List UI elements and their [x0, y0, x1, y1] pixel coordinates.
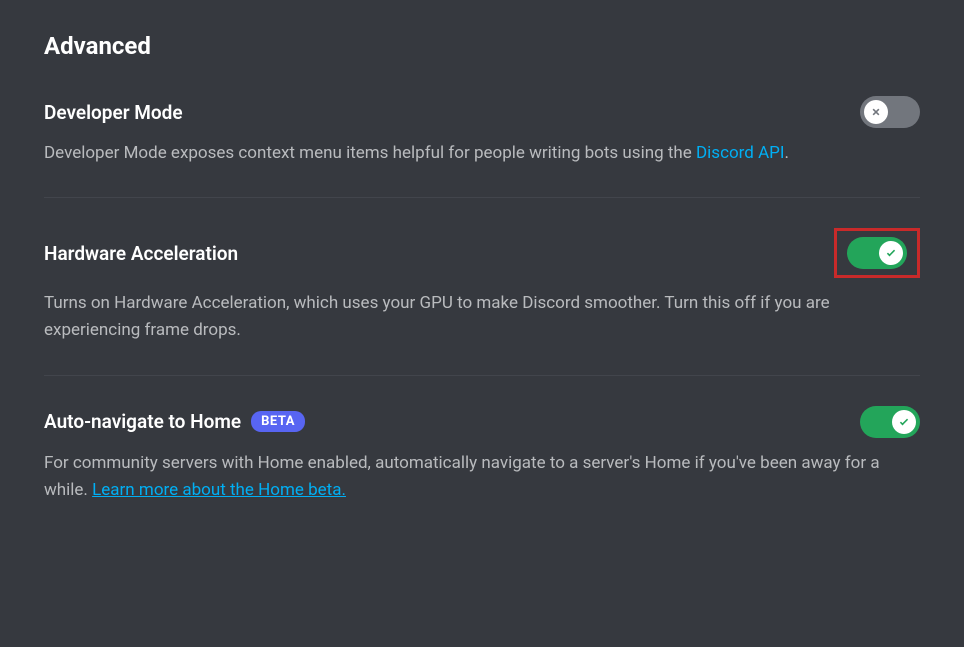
beta-badge: BETA: [251, 411, 305, 432]
page-title: Advanced: [44, 32, 920, 60]
toggle-knob: [879, 241, 903, 265]
highlight-annotation: [834, 228, 920, 278]
developer-mode-title: Developer Mode: [44, 101, 183, 124]
advanced-settings-panel: Advanced Developer Mode Developer Mode e…: [0, 0, 964, 596]
description-text-suffix: .: [785, 143, 789, 163]
developer-mode-description: Developer Mode exposes context menu item…: [44, 140, 920, 167]
toggle-knob: [864, 100, 888, 124]
auto-navigate-home-description: For community servers with Home enabled,…: [44, 450, 920, 504]
hardware-acceleration-title: Hardware Acceleration: [44, 242, 238, 265]
setting-header: Hardware Acceleration: [44, 228, 920, 278]
setting-header: Developer Mode: [44, 96, 920, 128]
developer-mode-section: Developer Mode Developer Mode exposes co…: [44, 96, 920, 198]
x-icon: [869, 105, 883, 119]
discord-api-link[interactable]: Discord API: [696, 143, 785, 163]
auto-navigate-home-title: Auto-navigate to Home BETA: [44, 410, 305, 433]
hardware-acceleration-description: Turns on Hardware Acceleration, which us…: [44, 290, 920, 344]
developer-mode-toggle[interactable]: [860, 96, 920, 128]
check-icon: [884, 246, 898, 260]
check-icon: [897, 415, 911, 429]
toggle-knob: [892, 410, 916, 434]
auto-navigate-home-section: Auto-navigate to Home BETA For community…: [44, 406, 920, 534]
hardware-acceleration-section: Hardware Acceleration Turns on Hardware …: [44, 228, 920, 375]
hardware-acceleration-toggle[interactable]: [847, 237, 907, 269]
home-beta-link[interactable]: Learn more about the Home beta.: [92, 480, 346, 500]
setting-header: Auto-navigate to Home BETA: [44, 406, 920, 438]
auto-navigate-home-toggle[interactable]: [860, 406, 920, 438]
title-text: Auto-navigate to Home: [44, 410, 241, 433]
description-text-prefix: Developer Mode exposes context menu item…: [44, 143, 696, 163]
